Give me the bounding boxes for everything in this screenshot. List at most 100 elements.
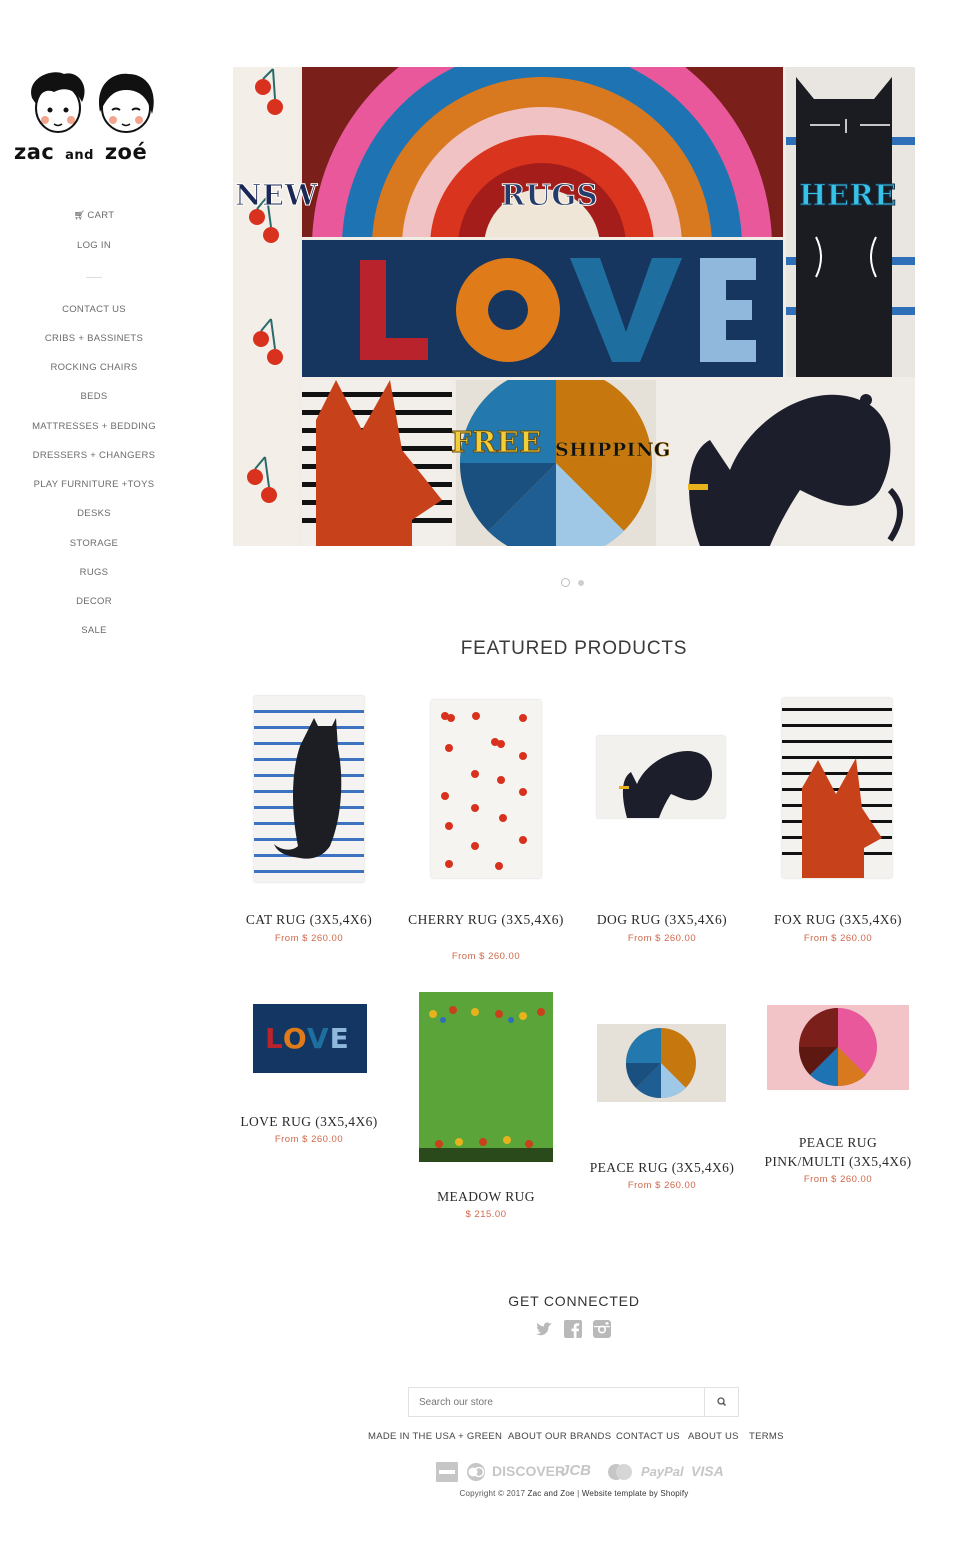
banner-word-shipping: SHIPPING [555, 439, 671, 462]
brand-name-part1: zac [14, 140, 55, 164]
product-price: From $ 260.00 [627, 933, 697, 944]
nav-beds[interactable]: BEDS [0, 391, 188, 402]
paypal-icon: PayPal [641, 1464, 684, 1479]
visa-icon: VISA [691, 1463, 724, 1479]
cherry-rug-panel [233, 67, 299, 546]
nav-dressers-changers[interactable]: DRESSERS + CHANGERS [0, 450, 188, 461]
product-price: From $ 260.00 [803, 1174, 873, 1185]
cherry-pattern-icon [247, 68, 283, 503]
mastercard-icon [606, 1462, 634, 1485]
nav-sale[interactable]: SALE [0, 625, 188, 636]
nav-cribs-bassinets[interactable]: CRIBS + BASSINETS [0, 333, 188, 344]
product-image-meadow-rug[interactable] [419, 992, 553, 1162]
nav-play-furniture-toys[interactable]: PLAY FURNITURE +TOYS [0, 479, 188, 490]
product-card-love-rug[interactable]: LOVE LOVE RUG (3X5,4X6) From $ 260.00 [229, 990, 389, 1150]
footer-link-made-in-usa[interactable]: MADE IN THE USA + GREEN [368, 1431, 502, 1442]
nav-contact-us[interactable]: CONTACT US [0, 304, 188, 315]
love-letter-o: O [282, 1022, 307, 1055]
nav-rocking-chairs[interactable]: ROCKING CHAIRS [0, 362, 188, 373]
product-image-peace-rug[interactable] [597, 1024, 726, 1102]
dog-rug-icon [619, 750, 713, 818]
copyright-owner-link[interactable]: Zac and Zoe [528, 1489, 575, 1498]
footer-link-about-brands[interactable]: ABOUT OUR BRANDS [508, 1431, 611, 1442]
peace-sign-icon [459, 380, 652, 546]
product-price: From $ 260.00 [451, 951, 521, 962]
dog-rug-panel [660, 380, 915, 546]
product-card-dog-rug[interactable]: DOG RUG (3X5,4X6) From $ 260.00 [582, 690, 742, 950]
product-card-peace-rug-pink[interactable]: PEACE RUG PINK/MULTI (3X5,4X6) From $ 26… [758, 990, 918, 1190]
product-price: From $ 260.00 [627, 1180, 697, 1191]
product-image-peace-rug-pink[interactable] [767, 1005, 909, 1090]
nav-rugs[interactable]: RUGS [0, 567, 188, 578]
meadow-rug-icon [419, 1006, 553, 1162]
banner-word-free: FREE [451, 425, 542, 460]
product-card-cherry-rug[interactable]: CHERRY RUG (3X5,4X6) From $ 260.00 [406, 690, 566, 970]
footer-link-contact-us[interactable]: CONTACT US [616, 1431, 680, 1442]
copyright: Copyright © 2017 Zac and Zoe | Website t… [233, 1489, 915, 1498]
cat-icon [786, 67, 915, 377]
product-price: From $ 260.00 [803, 933, 873, 944]
instagram-icon[interactable] [593, 1320, 611, 1338]
product-image-dog-rug[interactable] [597, 736, 725, 818]
love-letters-icon [360, 258, 756, 362]
product-image-love-rug[interactable]: LOVE [253, 1004, 367, 1073]
search-button[interactable] [704, 1388, 738, 1416]
jcb-icon: JCB [561, 1462, 592, 1479]
peace-rug-panel [456, 380, 656, 546]
nav-decor[interactable]: DECOR [0, 596, 188, 607]
discover-icon: DISCOVER [492, 1463, 566, 1479]
brand-logo[interactable]: zac and zoé [12, 68, 178, 164]
product-name[interactable]: LOVE RUG (3X5,4X6) [229, 1112, 389, 1131]
twitter-icon[interactable] [535, 1320, 553, 1338]
product-price: From $ 260.00 [274, 933, 344, 944]
fox-rug-icon [782, 708, 892, 878]
product-image-cherry-rug[interactable] [431, 700, 541, 878]
search-icon [717, 1397, 727, 1407]
hero-slideshow[interactable]: NEW RUGS HERE FREE SHIPPING [233, 67, 915, 546]
dog-icon [688, 394, 903, 546]
diners-club-icon [465, 1462, 487, 1485]
fox-rug-panel [302, 380, 452, 546]
nav-storage[interactable]: STORAGE [0, 538, 188, 549]
product-name[interactable]: CHERRY RUG (3X5,4X6) [406, 910, 566, 929]
cat-rug-panel [786, 67, 915, 377]
product-card-peace-rug[interactable]: PEACE RUG (3X5,4X6) From $ 260.00 [582, 990, 742, 1200]
product-name[interactable]: FOX RUG (3X5,4X6) [758, 910, 918, 929]
peace-pink-rug-icon [798, 1008, 877, 1087]
nav-mattresses-bedding[interactable]: MATTRESSES + BEDDING [0, 421, 188, 432]
banner-word-here: HERE [799, 178, 897, 213]
cart-link[interactable]: 🛒︎ CART [0, 210, 188, 221]
nav-desks[interactable]: DESKS [0, 508, 188, 519]
slide-dot-1[interactable] [561, 578, 570, 587]
cherry-rug-icon [441, 712, 527, 870]
product-name[interactable]: CAT RUG (3X5,4X6) [229, 910, 389, 929]
banner-word-new: NEW [235, 178, 318, 213]
login-link[interactable]: LOG IN [0, 240, 188, 251]
copyright-prefix: Copyright © 2017 [459, 1489, 526, 1498]
banner-word-rugs: RUGS [500, 178, 599, 213]
slideshow-pagination [560, 577, 590, 589]
product-card-meadow-rug[interactable]: MEADOW RUG $ 215.00 [406, 990, 566, 1220]
product-name[interactable]: PEACE RUG (3X5,4X6) [582, 1158, 742, 1177]
product-image-cat-rug[interactable] [254, 696, 364, 882]
facebook-icon[interactable] [564, 1320, 582, 1338]
cart-label: CART [87, 210, 115, 221]
shopify-template-link[interactable]: Website template by Shopify [582, 1489, 689, 1498]
product-card-fox-rug[interactable]: FOX RUG (3X5,4X6) From $ 260.00 [758, 690, 918, 950]
sidebar-divider [86, 277, 102, 278]
product-name[interactable]: MEADOW RUG [406, 1187, 566, 1206]
love-rug-panel [302, 240, 783, 377]
amex-icon [436, 1462, 458, 1485]
slide-dot-2[interactable] [578, 580, 584, 586]
peace-rug-icon [625, 1028, 696, 1099]
product-name[interactable]: DOG RUG (3X5,4X6) [582, 910, 742, 929]
footer-link-about-us[interactable]: ABOUT US [688, 1431, 739, 1442]
product-card-cat-rug[interactable]: CAT RUG (3X5,4X6) From $ 260.00 [229, 690, 389, 950]
product-name[interactable]: PEACE RUG PINK/MULTI (3X5,4X6) [758, 1133, 918, 1171]
featured-products-title: FEATURED PRODUCTS [460, 638, 688, 659]
footer-link-terms[interactable]: TERMS [749, 1431, 784, 1442]
search-input[interactable] [409, 1388, 705, 1416]
cat-rug-icon [254, 710, 364, 873]
product-image-fox-rug[interactable] [782, 698, 892, 878]
love-letter-v: V [306, 1022, 330, 1055]
